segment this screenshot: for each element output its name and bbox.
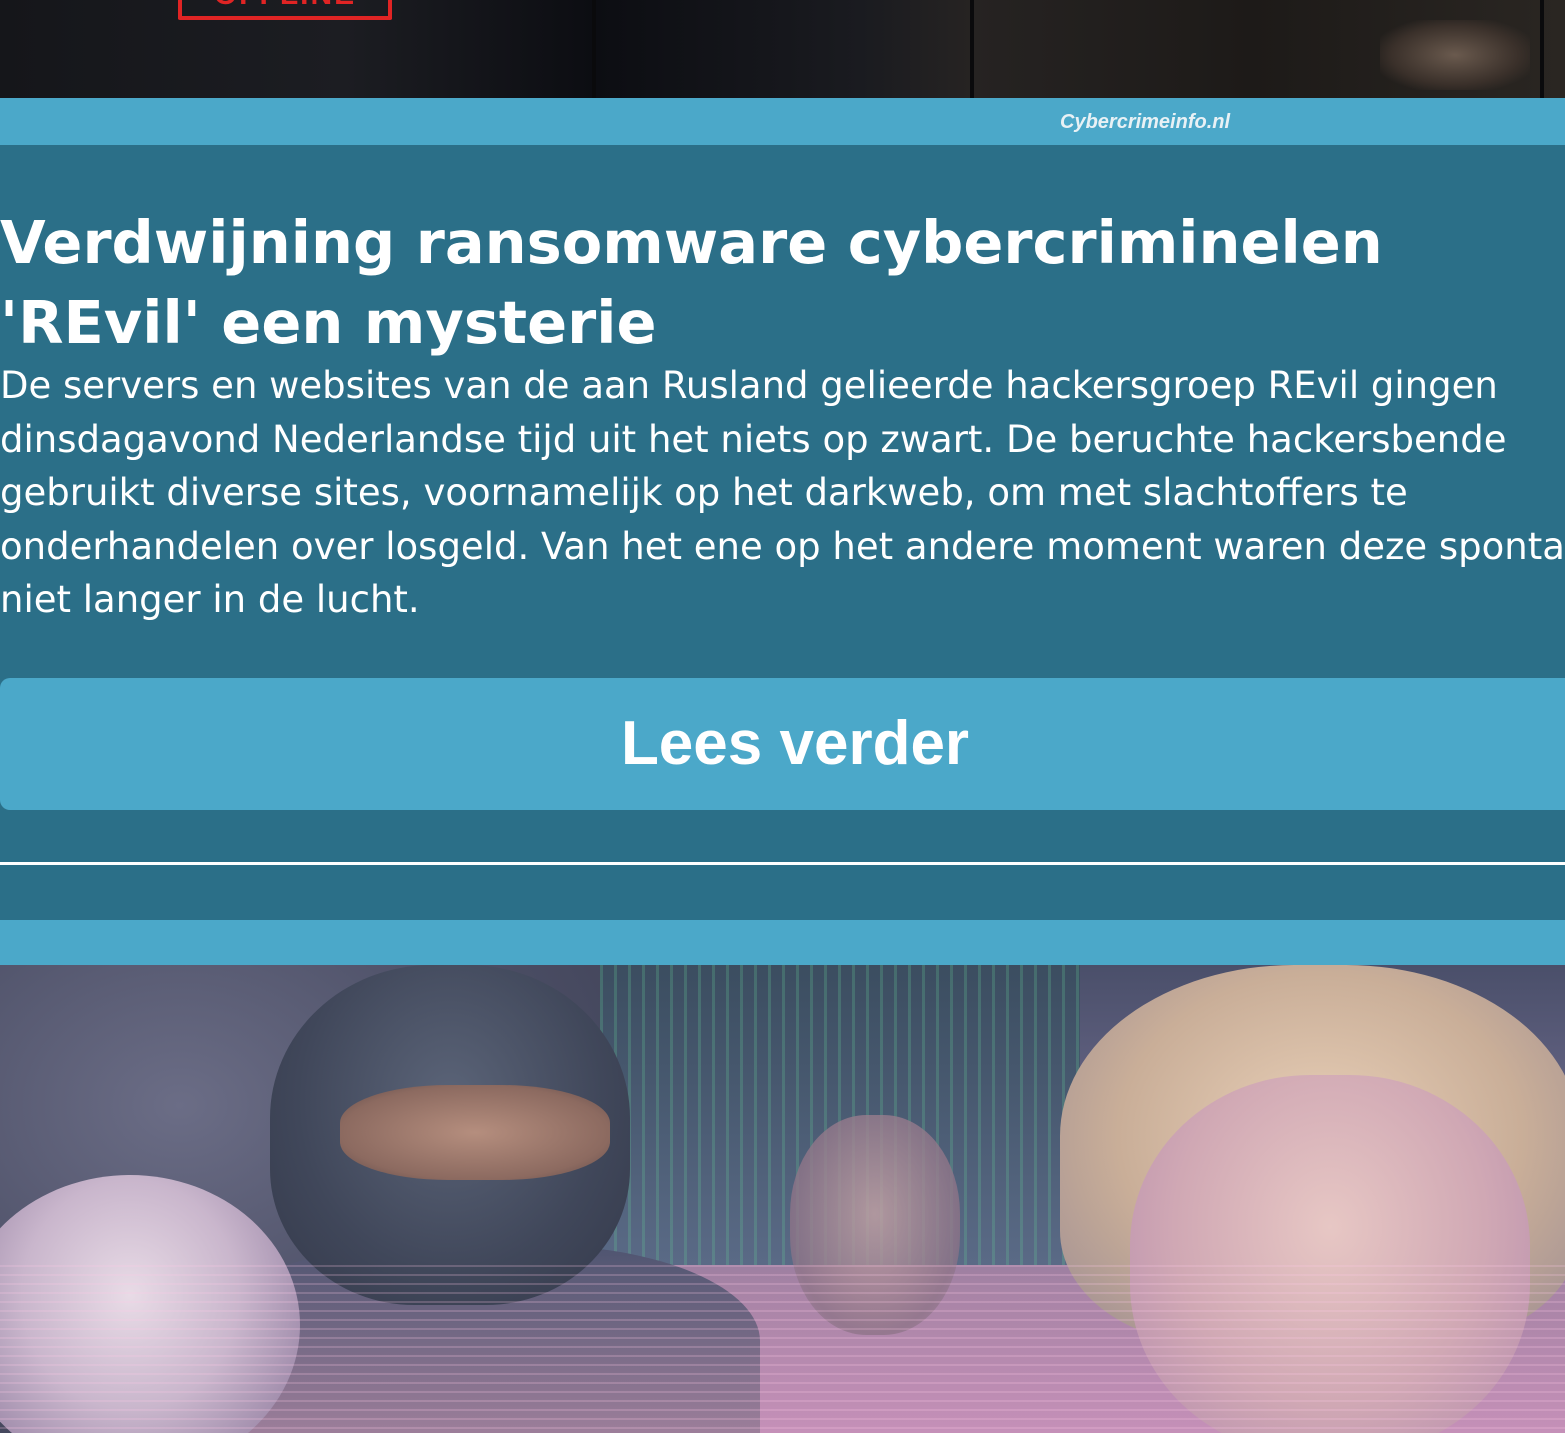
article-summary-line: onderhandelen over losgeld. Van het ene … xyxy=(0,524,1565,568)
image-source-caption: Cybercrimeinfo.nl xyxy=(1060,111,1231,133)
image-panel-divider xyxy=(1540,0,1544,98)
next-article-image[interactable] xyxy=(0,965,1565,1433)
top-article-image[interactable]: OFFLINE xyxy=(0,0,1565,98)
article-summary: De servers en websites van de aan Ruslan… xyxy=(0,359,1565,627)
read-more-button[interactable]: Lees verder xyxy=(0,678,1565,810)
hand-image-detail xyxy=(1380,20,1530,90)
image-panel-divider xyxy=(592,0,596,98)
article-divider xyxy=(0,862,1565,865)
article-summary-line: dinsdagavond Nederlandse tijd uit het ni… xyxy=(0,417,1507,461)
read-more-label: Lees verder xyxy=(620,709,970,778)
article-summary-line: gebruikt diverse sites, voornamelijk op … xyxy=(0,471,1408,514)
article-card: Verdwijning ransomware cybercriminelen '… xyxy=(0,145,1565,920)
balaclava-eye-opening xyxy=(340,1085,610,1180)
next-article-strip xyxy=(0,920,1565,965)
article-summary-line: niet langer in de lucht. xyxy=(0,578,420,621)
article-summary-line: De servers en websites van de aan Ruslan… xyxy=(0,364,1498,407)
offline-stamp: OFFLINE xyxy=(178,0,392,20)
glitch-lines-overlay xyxy=(0,1265,1565,1433)
image-caption-strip: Cybercrimeinfo.nl xyxy=(0,98,1565,145)
image-panel-divider xyxy=(970,0,974,98)
article-title[interactable]: Verdwijning ransomware cybercriminelen '… xyxy=(0,203,1540,363)
